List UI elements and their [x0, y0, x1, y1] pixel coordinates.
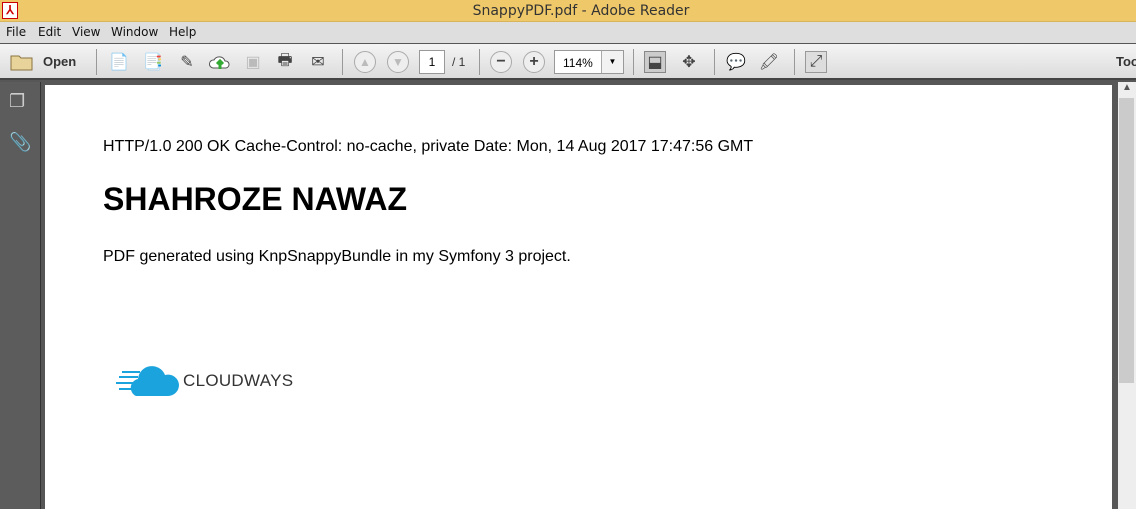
- create-pdf-icon[interactable]: 📄: [108, 51, 130, 73]
- separator: [96, 49, 97, 75]
- menu-file[interactable]: File: [6, 25, 26, 39]
- separator: [342, 49, 343, 75]
- zoom-select[interactable]: 114% ▼: [554, 50, 624, 74]
- page-number-input[interactable]: 1: [419, 50, 445, 74]
- window-title: SnappyPDF.pdf - Adobe Reader: [472, 3, 690, 19]
- fit-page-icon[interactable]: ✥: [678, 51, 700, 73]
- zoom-in-icon[interactable]: +: [523, 51, 545, 73]
- export-pdf-icon[interactable]: 📑: [142, 51, 164, 73]
- http-header-text: HTTP/1.0 200 OK Cache-Control: no-cache,…: [103, 138, 754, 155]
- highlight-text-icon[interactable]: 🖍: [758, 51, 780, 73]
- edit-pdf-icon[interactable]: ✎: [176, 51, 198, 73]
- attachment-icon[interactable]: 📎: [9, 132, 31, 153]
- toolbar: Open 📄 📑 ✎ ▣ 🖶 ✉ ▲ ▼ 1 / 1 − + 114% ▼ ⬓ …: [0, 43, 1136, 80]
- full-screen-icon[interactable]: ⤢: [805, 51, 827, 73]
- cloudways-logo-icon: [116, 366, 179, 396]
- page-total: / 1: [452, 55, 466, 69]
- tools-button[interactable]: Tools: [1116, 54, 1136, 69]
- previous-page-icon[interactable]: ▲: [354, 51, 376, 73]
- separator: [633, 49, 634, 75]
- document-body-text: PDF generated using KnpSnappyBundle in m…: [103, 248, 571, 265]
- chevron-down-icon[interactable]: ▼: [601, 51, 623, 73]
- vertical-scrollbar[interactable]: ▲: [1118, 82, 1136, 509]
- save-icon[interactable]: ▣: [242, 51, 264, 73]
- scroll-up-icon[interactable]: ▲: [1118, 82, 1136, 98]
- menu-window[interactable]: Window: [111, 25, 158, 39]
- separator: [479, 49, 480, 75]
- next-page-icon[interactable]: ▼: [387, 51, 409, 73]
- navigation-panel: ❐ 📎: [0, 82, 41, 509]
- fit-width-icon[interactable]: ⬓: [644, 51, 666, 73]
- zoom-value: 114%: [563, 56, 593, 70]
- cloudways-logo-text: CLOUDWAYS: [183, 371, 294, 390]
- print-icon[interactable]: 🖶: [274, 51, 296, 73]
- menu-bar: File Edit View Window Help: [0, 22, 1136, 43]
- scrollbar-thumb[interactable]: [1119, 98, 1134, 383]
- open-folder-icon[interactable]: [9, 51, 35, 73]
- menu-edit[interactable]: Edit: [38, 25, 61, 39]
- separator: [794, 49, 795, 75]
- title-bar: ⅄ SnappyPDF.pdf - Adobe Reader: [0, 0, 1136, 22]
- comment-icon[interactable]: 💬: [725, 51, 747, 73]
- zoom-out-icon[interactable]: −: [490, 51, 512, 73]
- separator: [714, 49, 715, 75]
- menu-help[interactable]: Help: [169, 25, 196, 39]
- pages-icon[interactable]: ❐: [9, 91, 25, 112]
- email-icon[interactable]: ✉: [307, 51, 329, 73]
- open-button[interactable]: Open: [43, 54, 76, 69]
- cloud-upload-icon[interactable]: [209, 51, 231, 73]
- menu-view[interactable]: View: [72, 25, 100, 39]
- document-heading: SHAHROZE NAWAZ: [103, 181, 407, 217]
